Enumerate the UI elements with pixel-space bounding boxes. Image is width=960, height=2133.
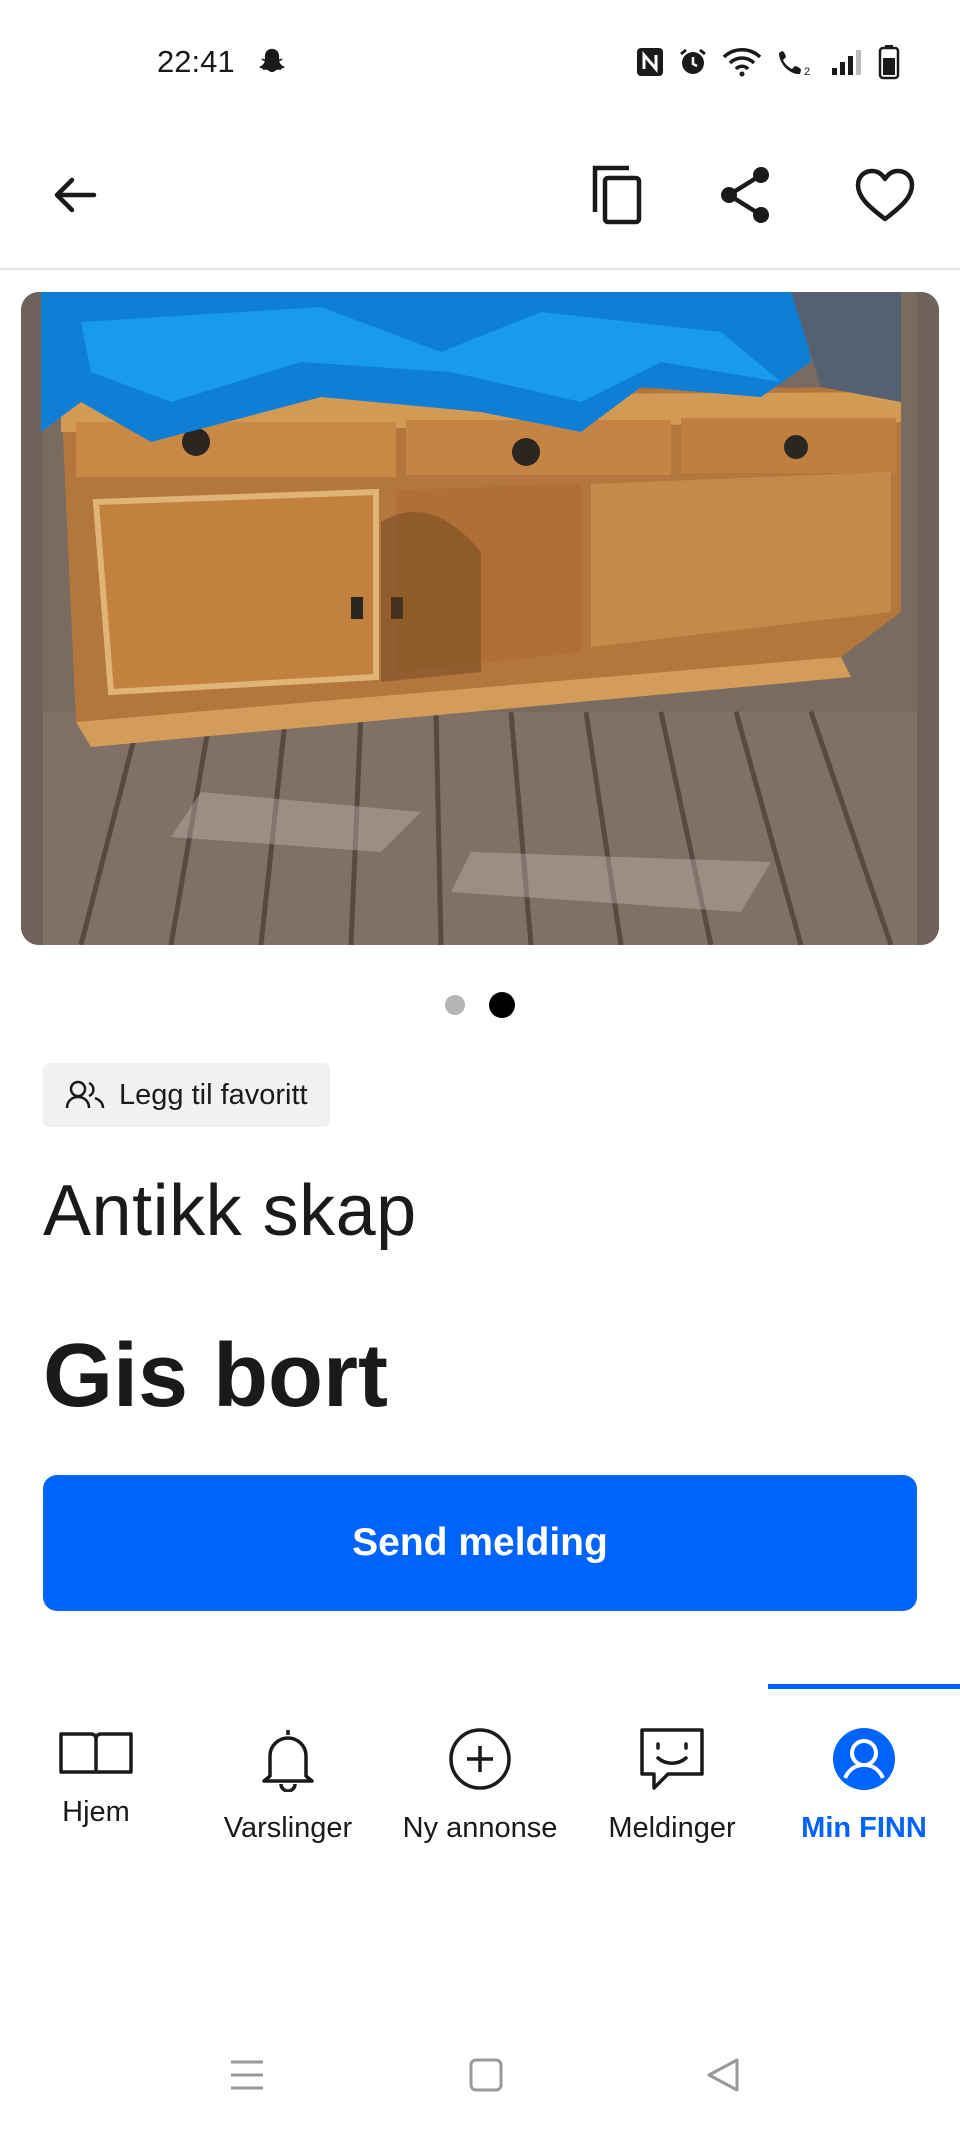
nav-item-min-finn[interactable]: Min FINN bbox=[768, 1684, 960, 1884]
send-message-button[interactable]: Send melding bbox=[43, 1475, 917, 1611]
home-button[interactable] bbox=[461, 2050, 511, 2100]
listing-image-carousel[interactable] bbox=[21, 292, 939, 945]
share-button[interactable] bbox=[700, 150, 790, 240]
profile-icon bbox=[833, 1728, 895, 1790]
nav-label-ny-annonse: Ny annonse bbox=[402, 1812, 558, 1844]
battery-icon bbox=[878, 44, 900, 80]
nav-item-ny-annonse[interactable]: Ny annonse bbox=[384, 1684, 576, 1884]
plus-circle-icon bbox=[449, 1728, 511, 1790]
listing-photo bbox=[21, 292, 939, 945]
carousel-indicator bbox=[0, 992, 960, 1018]
triangle-back-icon bbox=[707, 2058, 739, 2092]
carousel-dot[interactable] bbox=[445, 995, 465, 1015]
bottom-nav: Hjem Varslinger Ny annonse Meldinger Min… bbox=[0, 1684, 960, 1884]
system-nav-bar bbox=[0, 2040, 960, 2110]
chat-icon bbox=[640, 1728, 704, 1790]
heart-icon bbox=[855, 168, 915, 222]
nfc-icon bbox=[636, 47, 664, 77]
carousel-dot-active[interactable] bbox=[489, 992, 515, 1018]
users-icon bbox=[65, 1080, 105, 1109]
add-to-favorites-chip[interactable]: Legg til favoritt bbox=[43, 1063, 330, 1127]
status-bar: 22:41 2 bbox=[0, 0, 960, 120]
back-button[interactable] bbox=[30, 150, 120, 240]
system-back-button[interactable] bbox=[698, 2050, 748, 2100]
wifi-icon bbox=[722, 47, 762, 77]
nav-item-meldinger[interactable]: Meldinger bbox=[576, 1684, 768, 1884]
nav-label-min-finn: Min FINN bbox=[801, 1812, 927, 1844]
bell-icon bbox=[262, 1730, 314, 1792]
recents-button[interactable] bbox=[222, 2050, 272, 2100]
menu-icon bbox=[231, 2060, 263, 2090]
send-message-label: Send melding bbox=[352, 1521, 608, 1564]
square-icon bbox=[469, 2058, 503, 2092]
nav-item-hjem[interactable]: Hjem bbox=[0, 1684, 192, 1884]
app-bar bbox=[0, 120, 960, 270]
copy-button[interactable] bbox=[572, 150, 662, 240]
back-arrow-icon bbox=[54, 177, 97, 213]
listing-price: Gis bort bbox=[43, 1326, 389, 1426]
copy-icon bbox=[592, 165, 642, 225]
nav-label-hjem: Hjem bbox=[62, 1796, 130, 1828]
book-icon bbox=[59, 1732, 133, 1774]
wifi-call-icon: 2 bbox=[776, 47, 816, 77]
listing-title: Antikk skap bbox=[43, 1171, 417, 1251]
svg-text:2: 2 bbox=[804, 66, 810, 77]
alarm-icon bbox=[678, 47, 708, 77]
snapchat-icon bbox=[255, 46, 291, 80]
favorite-button[interactable] bbox=[840, 150, 930, 240]
status-time: 22:41 bbox=[157, 44, 235, 79]
nav-label-varslinger: Varslinger bbox=[223, 1812, 353, 1844]
nav-label-meldinger: Meldinger bbox=[608, 1812, 736, 1844]
nav-item-varslinger[interactable]: Varslinger bbox=[192, 1684, 384, 1884]
share-icon bbox=[721, 167, 769, 223]
signal-icon bbox=[830, 48, 864, 76]
favorite-chip-label: Legg til favoritt bbox=[119, 1078, 308, 1111]
